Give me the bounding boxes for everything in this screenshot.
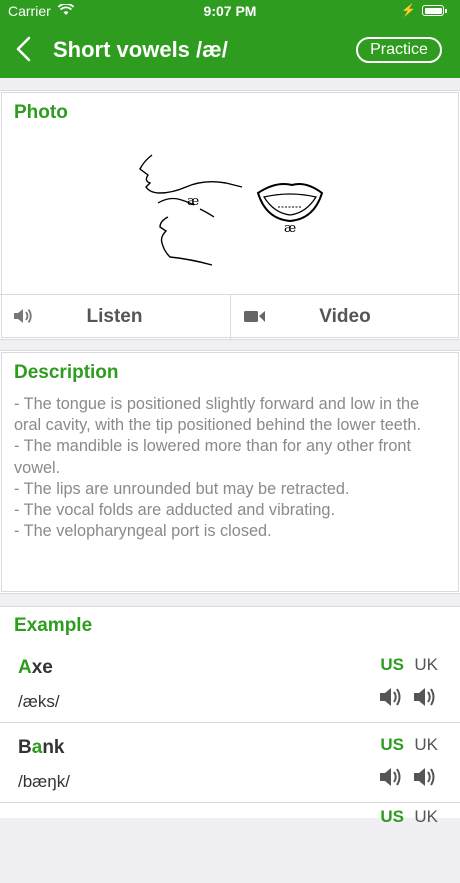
example-card: Example Axe /æks/ US UK Bank /bæŋk/ US U… [0,606,460,826]
photo-card: Photo æ æ Listen Video [0,90,460,340]
status-bar: Carrier 9:07 PM ⚡ [0,0,460,22]
media-buttons: Listen Video [0,294,460,339]
uk-label: UK [414,807,438,826]
example-ipa: /æks/ [18,692,60,711]
uk-speaker-icon[interactable] [412,685,438,714]
uk-speaker-icon[interactable] [412,765,438,794]
list-item[interactable]: Bank /bæŋk/ US UK [0,723,460,803]
listen-button[interactable]: Listen [0,295,229,339]
highlighted-letter: A [18,657,32,678]
battery-icon [422,5,447,16]
photo-section-title: Photo [14,102,68,123]
us-label: US [380,735,404,754]
uk-label: UK [414,735,438,754]
description-line: - The lips are unrounded but may be retr… [14,479,350,498]
practice-button[interactable]: Practice [356,37,442,63]
example-word: Bank [18,737,65,758]
clock: 9:07 PM [203,3,257,19]
description-line: - The vocal folds are adducted and vibra… [14,501,335,520]
highlighted-letter: a [31,737,43,758]
listen-label: Listen [86,306,143,327]
video-label: Video [319,306,371,327]
face-symbol: æ [187,194,200,209]
example-word: Axe [18,657,53,678]
mouth-diagram: æ æ [130,147,330,282]
description-line: - The tongue is positioned slightly forw… [14,395,421,435]
description-text: - The tongue is positioned slightly forw… [14,394,446,542]
description-section-title: Description [14,362,119,383]
articulation-illustration [139,154,324,266]
example-ipa: /bæŋk/ [18,772,70,791]
page-title: Short vowels /æ/ [53,37,228,62]
us-label: US [380,655,404,674]
chevron-left-icon[interactable] [12,34,36,64]
charging-icon: ⚡ [401,3,416,17]
mouth-symbol: æ [284,221,297,236]
us-speaker-icon[interactable] [378,685,404,714]
video-button[interactable]: Video [230,295,459,339]
description-line: - The velopharyngeal port is closed. [14,522,272,541]
uk-label: UK [414,655,438,674]
list-item[interactable]: US UK [0,803,460,883]
navigation-bar: Short vowels /æ/ Practice [0,22,460,78]
list-item[interactable]: Axe /æks/ US UK [0,643,460,723]
us-label: US [380,807,404,826]
description-line: - The mandible is lowered more than for … [14,437,411,477]
example-section-title: Example [14,615,93,636]
us-speaker-icon[interactable] [378,765,404,794]
